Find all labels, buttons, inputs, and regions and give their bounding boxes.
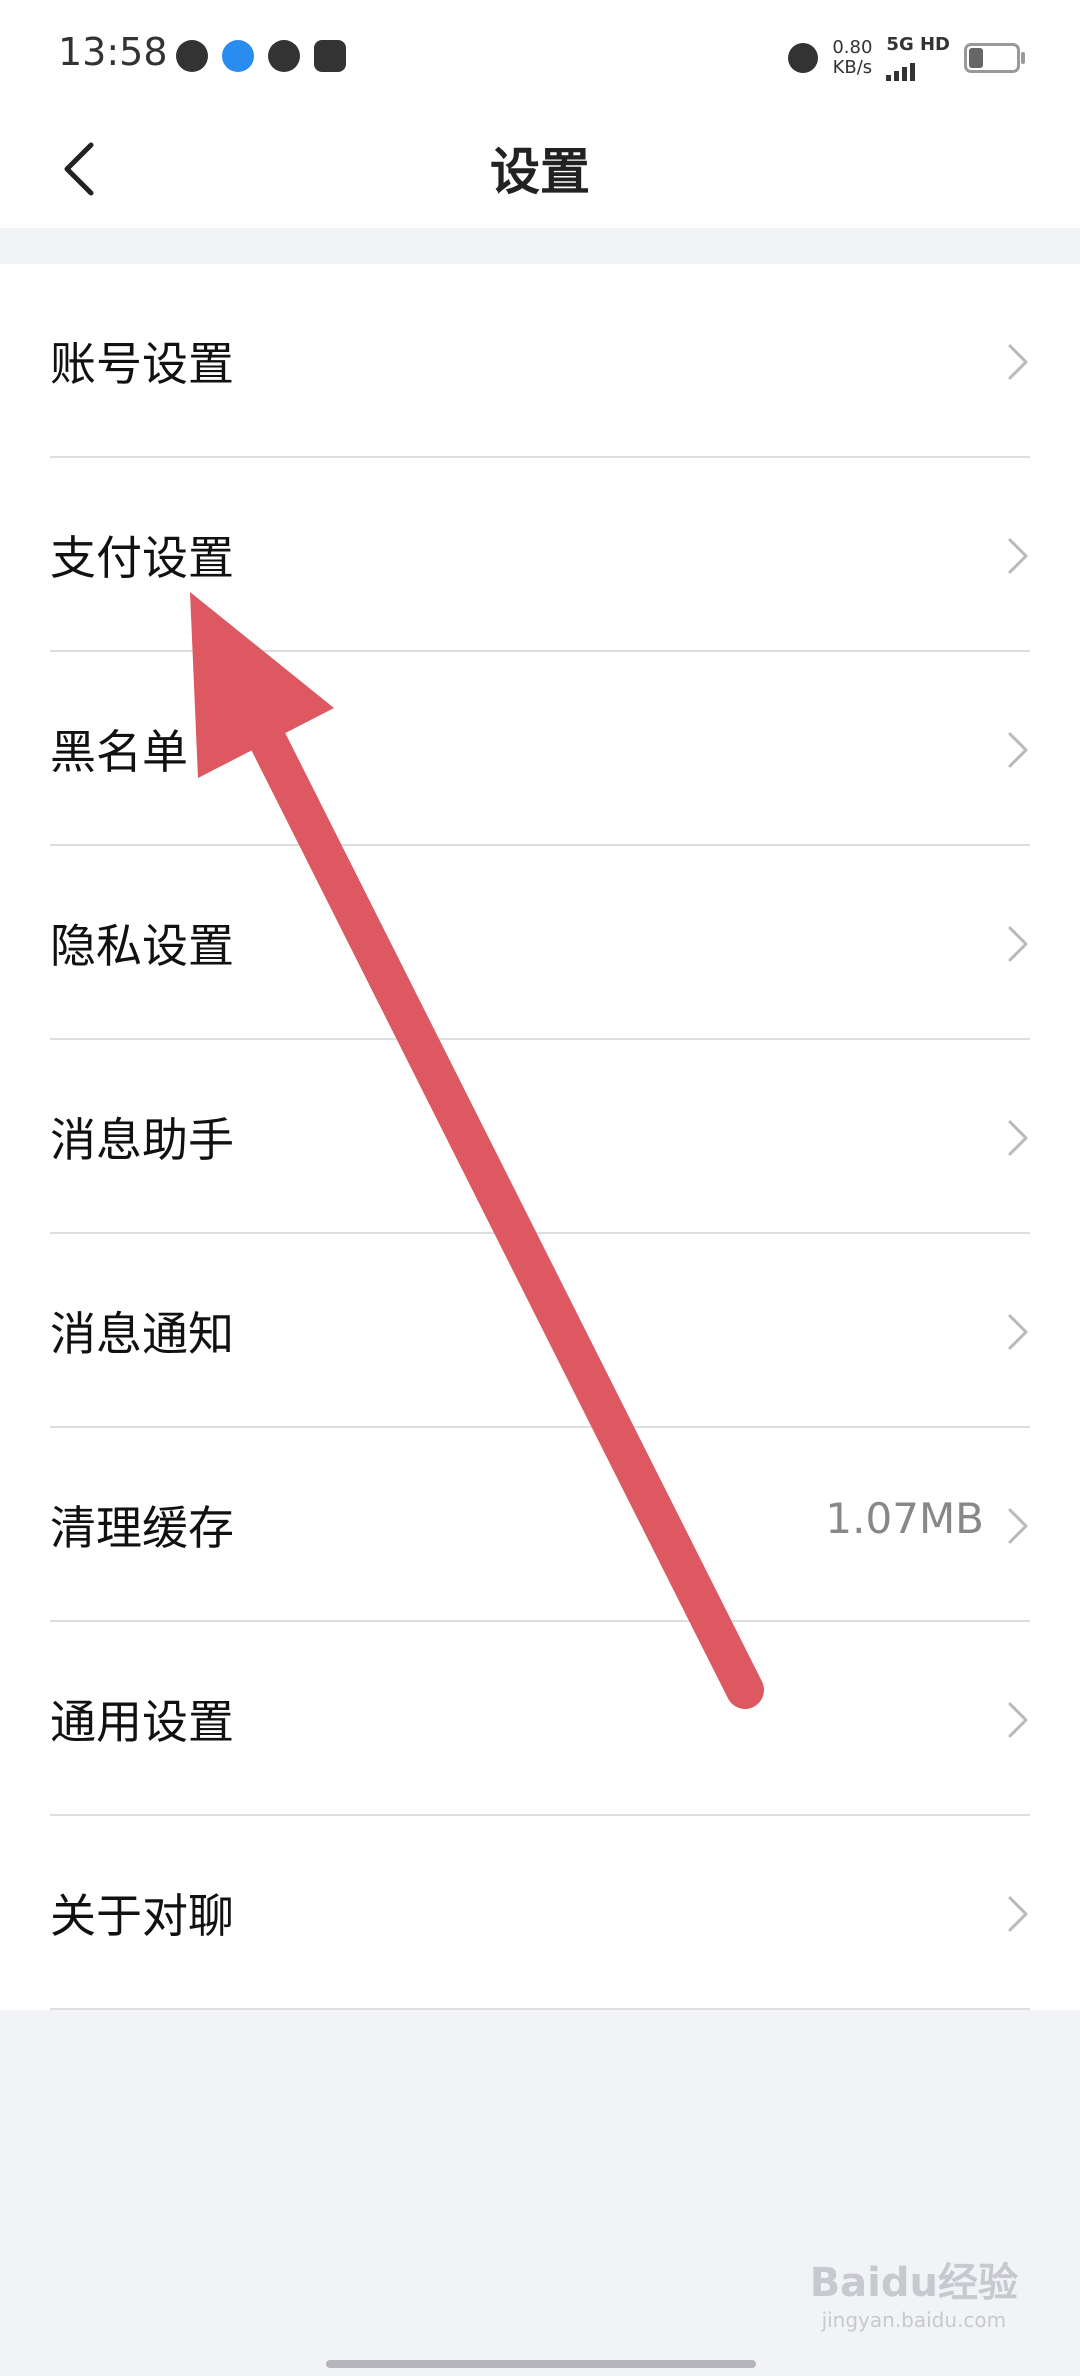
status-time: 13:58 (58, 30, 168, 74)
watermark-text: Baidu经验 (809, 2260, 1018, 2306)
settings-item-clear-cache[interactable]: 清理缓存 1.07MB (0, 1428, 1080, 1622)
alarm-clock-icon (788, 42, 819, 73)
settings-item-general[interactable]: 通用设置 (0, 1622, 1080, 1816)
settings-item-about[interactable]: 关于对聊 (0, 1816, 1080, 2010)
chevron-right-icon (1008, 1120, 1028, 1156)
settings-item-label: 账号设置 (50, 337, 234, 391)
network-speed: 0.80 KB/s (832, 36, 873, 78)
chevron-right-icon (1008, 538, 1028, 574)
settings-item-payment[interactable]: 支付设置 (0, 458, 1080, 652)
browser-icon (222, 40, 254, 72)
notification-icons (176, 40, 346, 72)
chevron-right-icon (1008, 926, 1028, 962)
settings-item-label: 黑名单 (50, 725, 188, 779)
settings-item-privacy[interactable]: 隐私设置 (0, 846, 1080, 1040)
wechat-icon (176, 40, 208, 72)
chevron-right-icon (1008, 732, 1028, 768)
settings-item-label: 隐私设置 (50, 919, 234, 973)
status-bar: 13:58 0.80 KB/s 5G HD (0, 0, 1080, 114)
chevron-right-icon (1008, 1702, 1028, 1738)
settings-item-label: 支付设置 (50, 531, 234, 585)
cache-size-value: 1.07MB (825, 1494, 984, 1543)
speed-value: 0.80 (832, 36, 873, 58)
status-right: 0.80 KB/s 5G HD (788, 34, 1025, 81)
settings-item-label: 通用设置 (50, 1695, 234, 1749)
alarm-icon (268, 40, 300, 72)
network-type: 5G HD (886, 34, 950, 55)
settings-item-account[interactable]: 账号设置 (0, 264, 1080, 458)
settings-item-blacklist[interactable]: 黑名单 (0, 652, 1080, 846)
settings-item-message-assistant[interactable]: 消息助手 (0, 1040, 1080, 1234)
signal-icon (886, 55, 916, 81)
shopping-bag-icon (314, 40, 346, 72)
settings-item-notifications[interactable]: 消息通知 (0, 1234, 1080, 1428)
network-indicator: 5G HD (886, 34, 950, 81)
divider (50, 2008, 1030, 2010)
settings-list: 账号设置 支付设置 黑名单 隐私设置 消息助手 消息通知 清理缓存 1.07MB (0, 264, 1080, 2010)
navigation-bar: 设置 (0, 114, 1080, 228)
home-indicator[interactable] (326, 2360, 756, 2368)
speed-unit: KB/s (832, 56, 873, 78)
chevron-right-icon (1008, 1896, 1028, 1932)
battery-icon (964, 42, 1025, 73)
page-title: 设置 (490, 143, 590, 201)
settings-item-label: 清理缓存 (50, 1501, 234, 1555)
chevron-right-icon (1008, 1508, 1028, 1544)
settings-item-label: 消息助手 (50, 1113, 234, 1167)
watermark: Baidu经验 jingyan.baidu.com (810, 2250, 1018, 2332)
chevron-right-icon (1008, 344, 1028, 380)
chevron-right-icon (1008, 1314, 1028, 1350)
settings-item-label: 消息通知 (50, 1307, 234, 1361)
settings-item-label: 关于对聊 (50, 1889, 234, 1943)
watermark-subtext: jingyan.baidu.com (821, 2308, 1007, 2332)
